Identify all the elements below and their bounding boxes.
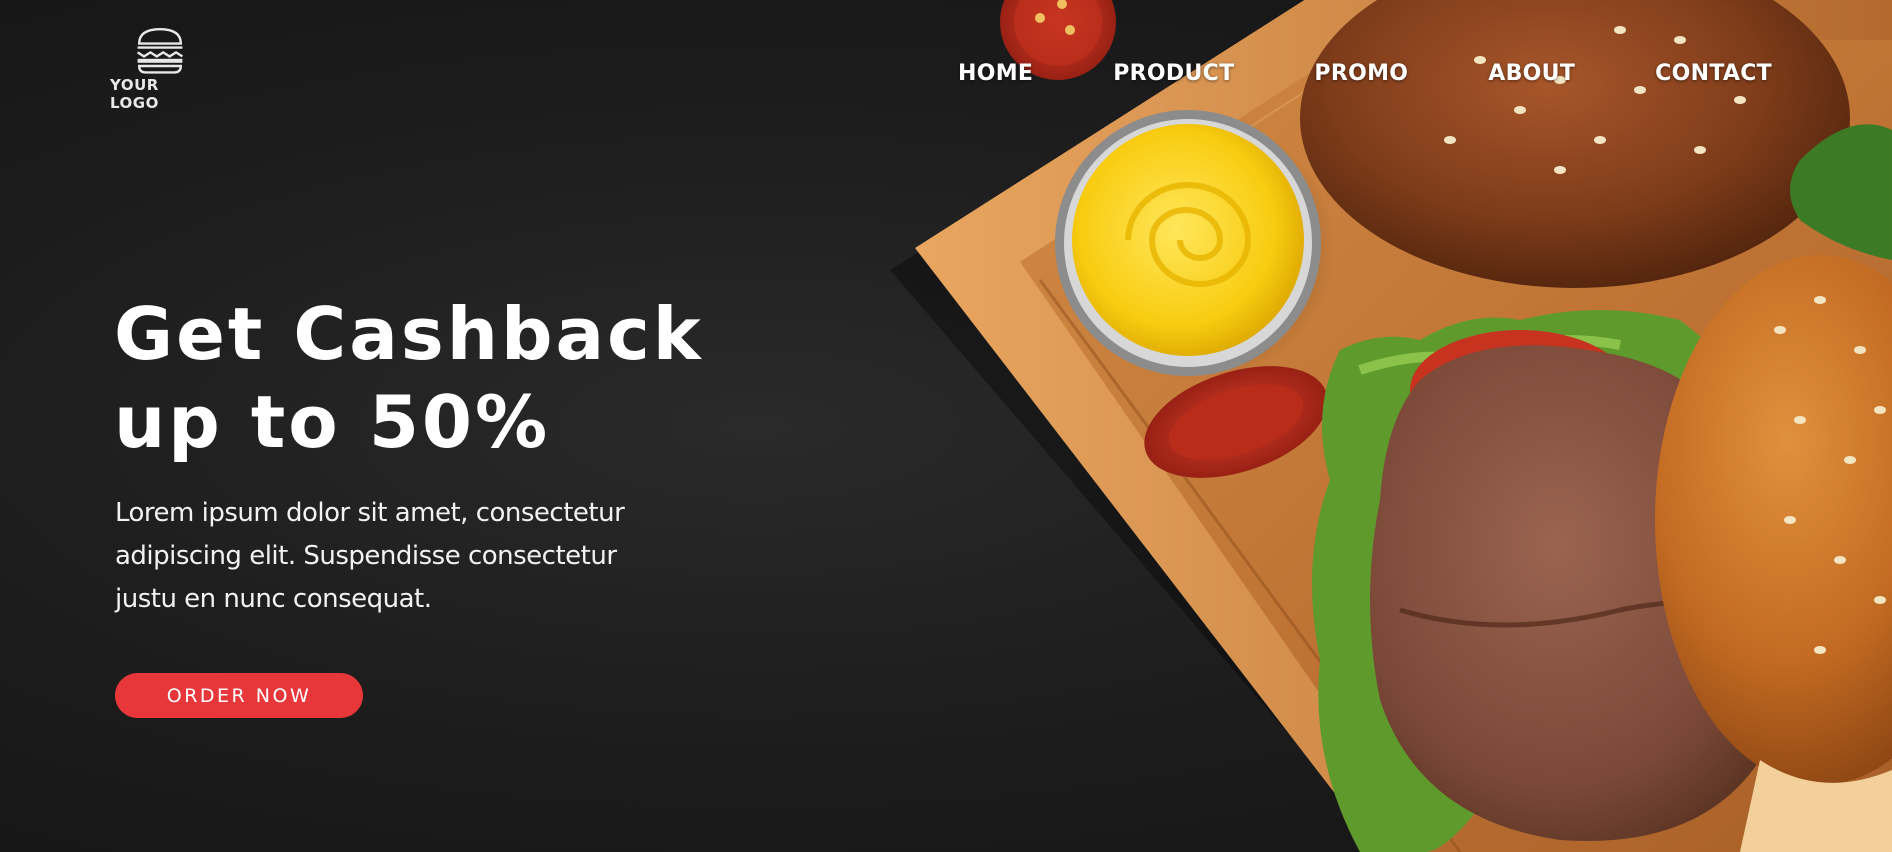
order-now-button[interactable]: ORDER NOW	[115, 673, 363, 718]
hero-description: Lorem ipsum dolor sit amet, consectetur …	[115, 498, 625, 614]
headline-line-2: up to 50%	[114, 380, 551, 464]
hero-section: YOUR LOGO HOME PRODUCT PROMO ABOUT CONTA…	[0, 0, 1892, 852]
nav-item-home[interactable]: HOME	[958, 61, 1033, 86]
main-nav: HOME PRODUCT PROMO ABOUT CONTACT	[958, 58, 1772, 88]
logo-text: YOUR LOGO	[110, 76, 159, 112]
nav-item-promo[interactable]: PROMO	[1314, 61, 1408, 86]
burger-icon	[136, 27, 184, 74]
nav-item-contact[interactable]: CONTACT	[1655, 61, 1772, 86]
headline-line-1: Get Cashback	[114, 292, 704, 376]
hero-headline: Get Cashback up to 50%	[114, 290, 704, 466]
nav-item-product[interactable]: PRODUCT	[1113, 61, 1234, 86]
nav-item-about[interactable]: ABOUT	[1488, 61, 1575, 86]
logo[interactable]: YOUR LOGO	[110, 26, 210, 112]
